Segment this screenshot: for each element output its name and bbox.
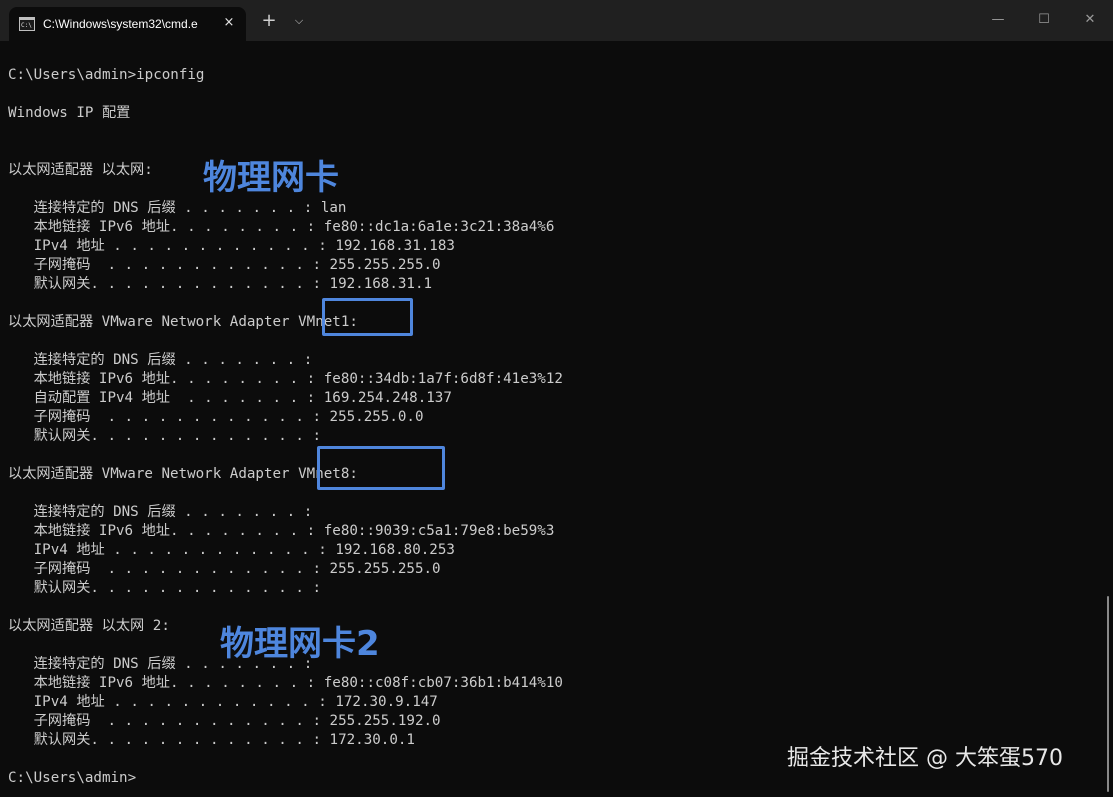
scrollbar[interactable] xyxy=(1107,596,1109,792)
chevron-down-icon[interactable]: ⌵ xyxy=(286,8,312,34)
console-line: 本地链接 IPv6 地址. . . . . . . . : fe80::34db… xyxy=(8,371,563,387)
close-icon[interactable]: ✕ xyxy=(1067,0,1113,40)
console-line: IPv4 地址 . . . . . . . . . . . . : 192.16… xyxy=(8,542,455,558)
console-line: 子网掩码 . . . . . . . . . . . . : 255.255.0… xyxy=(8,409,424,425)
console-line: 本地链接 IPv6 地址. . . . . . . . : fe80::9039… xyxy=(8,523,555,539)
tab-close-icon[interactable]: × xyxy=(219,13,239,33)
console-line: 默认网关. . . . . . . . . . . . . : 172.30.0… xyxy=(8,732,415,748)
console-line: 以太网适配器 VMware Network Adapter VMnet8: xyxy=(8,466,358,482)
highlight-box-vmnet1 xyxy=(322,298,413,336)
watermark: 掘金技术社区 @ 大笨蛋570 xyxy=(787,746,1063,771)
console-line: 默认网关. . . . . . . . . . . . . : xyxy=(8,580,321,596)
console-line: 本地链接 IPv6 地址. . . . . . . . : fe80::dc1a… xyxy=(8,219,555,235)
console-line: C:\Users\admin>ipconfig xyxy=(8,67,205,83)
highlight-box-vmnet8 xyxy=(317,446,445,490)
minimize-icon[interactable]: — xyxy=(975,0,1021,40)
console-line: 默认网关. . . . . . . . . . . . . : 192.168.… xyxy=(8,276,433,292)
tab-cmd[interactable]: C:\ C:\Windows\system32\cmd.e × xyxy=(9,7,246,41)
console-line: 本地链接 IPv6 地址. . . . . . . . : fe80::c08f… xyxy=(8,675,563,691)
tab-title: C:\Windows\system32\cmd.e xyxy=(43,17,198,31)
cmd-icon: C:\ xyxy=(19,17,35,31)
annotation-physical-nic-2: 物理网卡2 xyxy=(220,624,380,664)
console-line: 连接特定的 DNS 后缀 . . . . . . . : xyxy=(8,504,313,520)
console-line: 连接特定的 DNS 后缀 . . . . . . . : lan xyxy=(8,200,347,216)
console-line: C:\Users\admin> xyxy=(8,770,137,786)
annotation-physical-nic-1: 物理网卡 xyxy=(203,158,339,198)
console-line: IPv4 地址 . . . . . . . . . . . . : 192.16… xyxy=(8,238,455,254)
title-bar: C:\ C:\Windows\system32\cmd.e × + ⌵ — ☐ … xyxy=(0,0,1113,41)
new-tab-icon[interactable]: + xyxy=(255,8,283,34)
console-line: 默认网关. . . . . . . . . . . . . : xyxy=(8,428,321,444)
console-line: IPv4 地址 . . . . . . . . . . . . : 172.30… xyxy=(8,694,438,710)
console-line: 子网掩码 . . . . . . . . . . . . : 255.255.2… xyxy=(8,257,441,273)
svg-text:C:\: C:\ xyxy=(21,22,32,29)
console-line: 子网掩码 . . . . . . . . . . . . : 255.255.2… xyxy=(8,561,441,577)
maximize-icon[interactable]: ☐ xyxy=(1021,0,1067,40)
console-line: Windows IP 配置 xyxy=(8,105,131,121)
console-line: 以太网适配器 VMware Network Adapter VMnet1: xyxy=(8,314,358,330)
console-line: 自动配置 IPv4 地址 . . . . . . . : 169.254.248… xyxy=(8,390,452,406)
console-line: 子网掩码 . . . . . . . . . . . . : 255.255.1… xyxy=(8,713,441,729)
terminal-window: C:\ C:\Windows\system32\cmd.e × + ⌵ — ☐ … xyxy=(0,0,1113,797)
console-line: 连接特定的 DNS 后缀 . . . . . . . : xyxy=(8,352,313,368)
